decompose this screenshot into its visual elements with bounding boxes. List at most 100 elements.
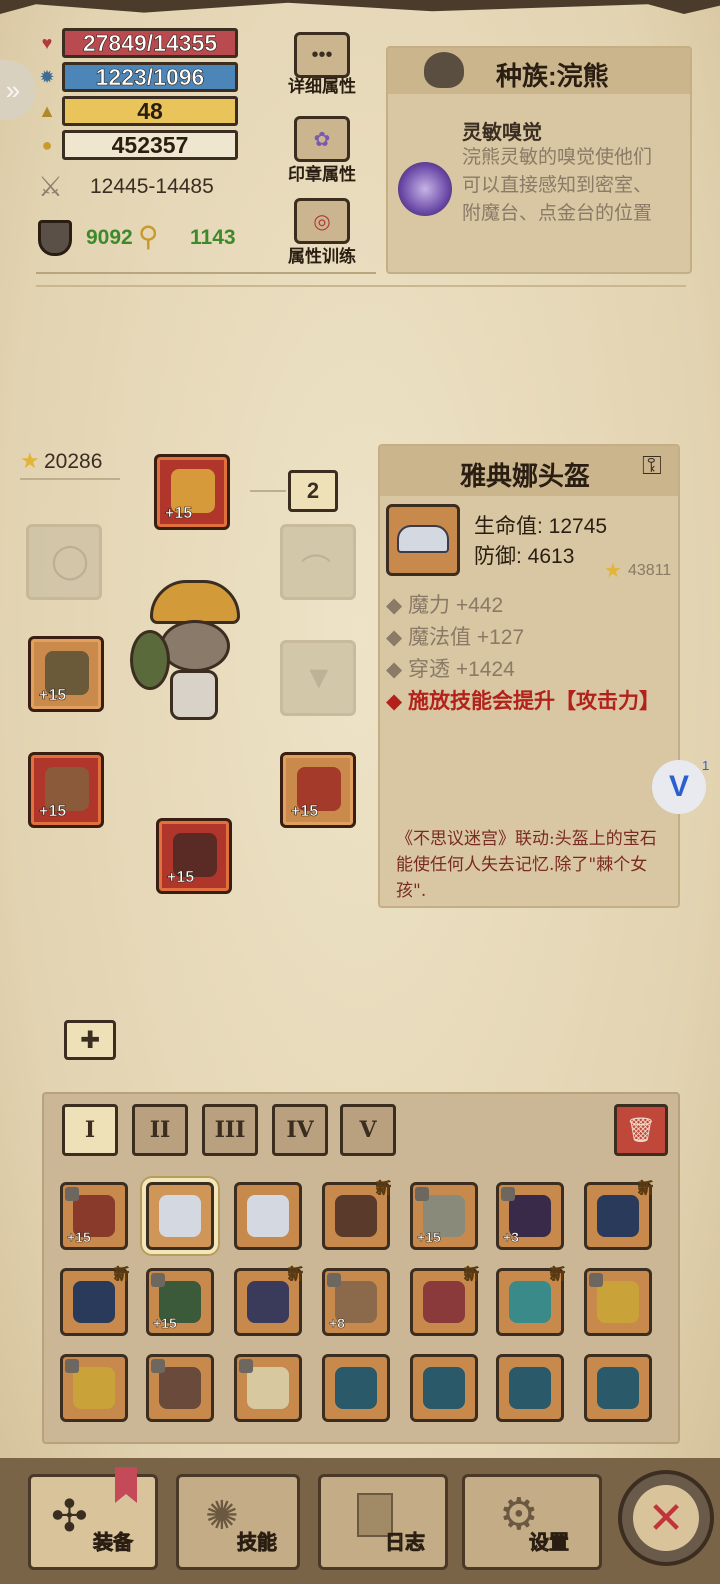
inventory-item[interactable]: 新 xyxy=(410,1266,479,1336)
item-name: 雅典娜头盔 xyxy=(460,461,591,491)
item-score-star-icon: ★ xyxy=(604,560,622,582)
nav-log[interactable]: 日志 xyxy=(318,1474,448,1570)
helmet-slot[interactable]: +15 xyxy=(154,454,230,530)
weapon-level: +15 xyxy=(39,687,67,705)
lock-open-icon[interactable]: ⚿ xyxy=(642,450,678,486)
inventory-item[interactable] xyxy=(146,1354,214,1422)
close-x-icon: ✕ xyxy=(633,1485,699,1551)
lock-icon xyxy=(151,1273,165,1287)
mana-gear-icon: ✹ xyxy=(39,67,55,87)
trash-button[interactable]: 🗑 xyxy=(614,1104,668,1156)
shirt-icon: ▼ xyxy=(303,659,335,695)
necklace-slot[interactable]: ⌒ xyxy=(280,524,356,600)
mp-bar: 1223/1096 xyxy=(62,62,238,92)
item-flavor-text: 《不思议迷宫》联动:头盔上的宝石能使任何人失去记忆.除了"棘个女孩". xyxy=(396,829,657,901)
new-badge: 新 xyxy=(287,1266,304,1284)
inventory-item[interactable]: 新 xyxy=(60,1266,129,1336)
defense-value: 9092 xyxy=(86,226,133,249)
item-art-icon xyxy=(423,1281,465,1323)
inventory-item[interactable] xyxy=(410,1354,478,1422)
lock-icon xyxy=(501,1187,515,1201)
inventory-item[interactable]: +15 xyxy=(60,1182,128,1250)
lock-icon xyxy=(65,1187,79,1201)
new-badge: 新 xyxy=(549,1266,566,1284)
item-art-icon xyxy=(159,1195,201,1237)
inventory-item[interactable]: +15 xyxy=(410,1182,478,1250)
nav-settings[interactable]: ⚙ 设置 xyxy=(462,1474,602,1570)
item-special-text: 施放技能会提升【攻击力】 xyxy=(407,690,660,713)
hp-bar: 27849/14355 xyxy=(62,28,238,58)
new-badge: 新 xyxy=(375,1180,392,1198)
tab-5[interactable]: V xyxy=(340,1104,396,1156)
add-slot-button[interactable]: ✚ xyxy=(64,1020,116,1060)
tab-1[interactable]: I xyxy=(62,1104,118,1156)
item-art-icon xyxy=(73,1281,115,1323)
item-level: +3 xyxy=(503,1229,519,1246)
inventory-item[interactable] xyxy=(496,1354,564,1422)
new-badge: 新 xyxy=(637,1180,654,1198)
inventory-item[interactable] xyxy=(584,1268,652,1336)
nav-skills[interactable]: ✺ 技能 xyxy=(176,1474,300,1570)
boots-level: +15 xyxy=(167,869,195,887)
character-sprite xyxy=(130,580,250,740)
tab-2[interactable]: II xyxy=(132,1104,188,1156)
ring-icon: ◯ xyxy=(51,542,90,580)
nav-settings-label: 设置 xyxy=(529,1532,570,1555)
close-button[interactable]: ✕ xyxy=(618,1470,714,1566)
inventory-item[interactable] xyxy=(234,1182,302,1250)
star-icon: ★ xyxy=(20,448,40,473)
item-hp: 生命值: 12745 xyxy=(474,515,608,538)
lock-icon xyxy=(415,1187,429,1201)
item-art-icon xyxy=(597,1195,639,1237)
inventory-item[interactable] xyxy=(60,1354,128,1422)
offhand-slot[interactable]: +15 xyxy=(28,752,104,828)
item-art-icon xyxy=(335,1367,377,1409)
armor-slot[interactable]: ▼ xyxy=(280,640,356,716)
keys-value: 1143 xyxy=(190,226,236,249)
inventory-item[interactable]: +8 xyxy=(322,1268,390,1336)
inventory-item[interactable]: 新 xyxy=(322,1180,391,1250)
seal-attributes-button[interactable]: ✿ xyxy=(294,116,350,162)
item-art-icon xyxy=(597,1367,639,1409)
inventory-item[interactable]: +3 xyxy=(496,1182,564,1250)
floating-v-button[interactable]: V xyxy=(652,760,706,814)
race-panel: 种族:浣熊 灵敏嗅觉 浣熊灵敏的嗅觉使他们可以直接感知到密室、附魔台、点金台的位… xyxy=(386,46,692,274)
item-art-icon xyxy=(335,1195,377,1237)
v-logo-icon: V xyxy=(668,770,689,803)
necklace-icon: ⌒ xyxy=(301,554,331,587)
item-level: +15 xyxy=(417,1229,441,1246)
item-attr-text: 魔力 +442 xyxy=(407,594,504,617)
ring-slot[interactable]: ◯ xyxy=(26,524,102,600)
helmet-level: +15 xyxy=(165,505,193,523)
heart-icon: ♥ xyxy=(41,33,53,53)
nav-equip[interactable]: ✣ 装备 xyxy=(28,1467,158,1570)
trait-name: 灵敏嗅觉 xyxy=(462,122,542,144)
inventory-item[interactable] xyxy=(234,1354,302,1422)
tab-3[interactable]: III xyxy=(202,1104,258,1156)
inventory-item[interactable]: 新 xyxy=(584,1180,653,1250)
inventory-item[interactable] xyxy=(322,1354,390,1422)
level-bar: 48 xyxy=(62,96,238,126)
plus-icon: ✚ xyxy=(79,1026,101,1054)
inventory-item[interactable]: 新 xyxy=(496,1266,565,1336)
set-count-badge[interactable]: 2 xyxy=(288,470,338,512)
skill-sun-icon: ✺ xyxy=(205,1494,239,1538)
seal-attributes-label: 印章属性 xyxy=(288,165,356,184)
inventory-item[interactable] xyxy=(584,1354,652,1422)
pants-slot[interactable]: +15 xyxy=(280,752,356,828)
item-attr-text: 魔法值 +127 xyxy=(407,626,525,649)
item-score: 43811 xyxy=(628,562,672,579)
inventory-item[interactable]: 新 xyxy=(234,1266,303,1336)
item-art-icon xyxy=(509,1367,551,1409)
tab-4[interactable]: IV xyxy=(272,1104,328,1156)
attribute-training-button[interactable]: ◎ xyxy=(294,198,350,244)
boots-slot[interactable]: +15 xyxy=(156,818,232,894)
flower-icon: ✿ xyxy=(313,128,331,151)
item-attr-list: ◆ 魔力 +442 ◆ 魔法值 +127 ◆ 穿透 +1424 ◆ 施放技能会提… xyxy=(386,590,660,718)
inventory-item[interactable]: +15 xyxy=(146,1268,214,1336)
inventory-item[interactable] xyxy=(146,1182,214,1250)
trait-icon xyxy=(398,162,452,216)
weapon-slot[interactable]: +15 xyxy=(28,636,104,712)
item-art-icon xyxy=(159,1367,201,1409)
connector-line xyxy=(250,490,286,492)
